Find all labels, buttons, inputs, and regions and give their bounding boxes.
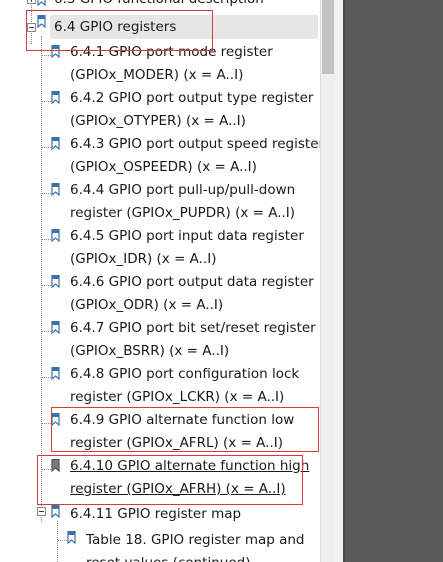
bookmark-label: 6.4.8 GPIO port configuration lock regist… [70, 366, 300, 405]
vertical-scrollbar[interactable] [320, 0, 335, 562]
bookmark-item-6-4-5[interactable]: 6.4.5 GPIO port input data register (GPIO… [0, 225, 320, 271]
bookmark-item-6-4-7[interactable]: 6.4.7 GPIO port bit set/reset register (G… [0, 317, 320, 363]
bookmark-item-6-4-11[interactable]: 6.4.11 GPIO register map [0, 503, 320, 526]
bookmark-label: Table 18. GPIO register map andreset val… [86, 532, 305, 562]
bookmark-icon [51, 321, 60, 334]
highlight-box [37, 455, 303, 505]
scrollbar-thumb[interactable] [322, 0, 334, 74]
bookmark-icon [51, 505, 60, 518]
bookmark-item-6-4-6[interactable]: 6.4.6 GPIO port output data register (GPI… [0, 271, 320, 317]
collapse-toggle-icon[interactable] [37, 507, 46, 516]
bookmark-item-table-18[interactable]: Table 18. GPIO register map andreset val… [0, 529, 320, 562]
document-view-panel [343, 0, 443, 562]
bookmark-item-6-3[interactable]: 6.3 GPIO functional description [0, 0, 320, 10]
bookmark-item-6-4-2[interactable]: 6.4.2 GPIO port output type register (GPI… [0, 87, 320, 133]
bookmark-icon [51, 367, 60, 380]
bookmark-label: 6.4.3 GPIO port output speed register (GP… [70, 136, 320, 175]
bookmark-icon [51, 275, 60, 288]
panel-edge [343, 0, 345, 562]
bookmark-label: 6.4.4 GPIO port pull-up/pull-down registe… [70, 182, 296, 221]
bookmark-icon [51, 183, 60, 196]
bookmark-item-6-4-8[interactable]: 6.4.8 GPIO port configuration lock regist… [0, 363, 320, 409]
bookmark-label: 6.4.7 GPIO port bit set/reset register (G… [70, 320, 316, 359]
bookmark-label: 6.4.2 GPIO port output type register (GPI… [70, 90, 314, 129]
bookmark-label: 6.4.11 GPIO register map [70, 506, 242, 522]
bookmark-item-6-4-3[interactable]: 6.4.3 GPIO port output speed register (GP… [0, 133, 320, 179]
expand-toggle-icon[interactable] [27, 0, 36, 4]
bookmark-item-6-4-4[interactable]: 6.4.4 GPIO port pull-up/pull-down registe… [0, 179, 320, 225]
bookmark-icon [51, 229, 60, 242]
bookmarks-tree: 6.3 GPIO functional description 6.4 GPIO… [0, 0, 320, 562]
highlight-box [51, 407, 319, 452]
highlight-box [26, 10, 213, 51]
bookmark-label: 6.4.5 GPIO port input data register (GPIO… [70, 228, 304, 267]
bookmark-icon [67, 531, 76, 544]
bookmark-icon [37, 0, 46, 6]
bookmark-icon [51, 137, 60, 150]
bookmark-label: 6.4.6 GPIO port output data register (GPI… [70, 274, 314, 313]
bookmark-icon [51, 91, 60, 104]
panel-splitter[interactable] [335, 0, 343, 562]
